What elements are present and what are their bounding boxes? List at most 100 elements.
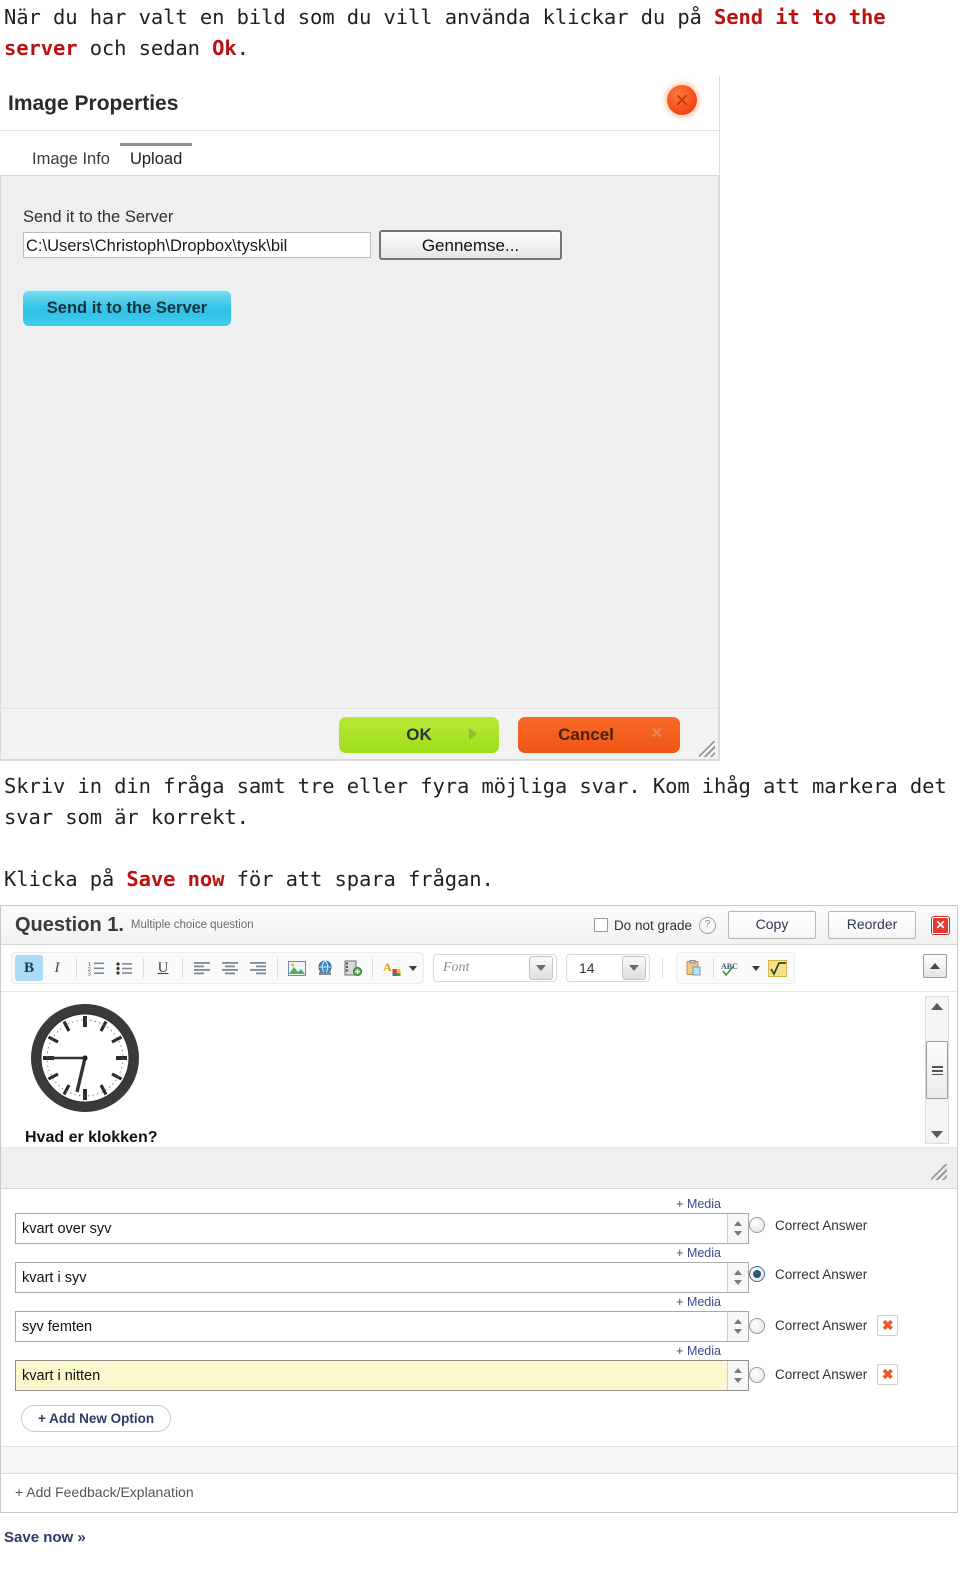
option-input-3[interactable] (15, 1311, 749, 1342)
option-spinner-3[interactable] (727, 1312, 748, 1341)
spellcheck-dropdown-icon[interactable] (749, 955, 763, 981)
option-correct-wrap-2: Correct Answer (749, 1244, 957, 1282)
correct-answer-label-4: Correct Answer (775, 1367, 868, 1382)
option-row: + Media Correct Answer (1, 1195, 957, 1244)
option-text-4[interactable] (16, 1362, 727, 1389)
option-input-2[interactable] (15, 1262, 749, 1293)
do-not-grade-checkbox[interactable] (593, 918, 608, 932)
unordered-list-icon[interactable] (110, 955, 138, 981)
align-center-icon[interactable] (216, 955, 244, 981)
question-mark-icon[interactable]: ? (699, 916, 716, 934)
tab-upload[interactable]: Upload (119, 143, 193, 175)
option-spinner-1[interactable] (727, 1214, 748, 1243)
correct-answer-radio-1[interactable] (749, 1217, 765, 1233)
question-editor: Question 1. Multiple choice question Do … (0, 905, 958, 1513)
analog-clock-image (1, 992, 957, 1123)
scroll-up-arrow[interactable] (926, 997, 948, 1015)
option-correct-wrap-4: Correct Answer ✖ (749, 1342, 957, 1385)
intro-text-2: och sedan (77, 36, 213, 60)
browse-button[interactable]: Gennemse... (379, 230, 562, 260)
correct-answer-label-3: Correct Answer (775, 1318, 868, 1333)
upload-field-label: Send it to the Server (23, 208, 174, 226)
option-spinner-2[interactable] (727, 1263, 748, 1292)
caret-up-icon[interactable] (923, 954, 947, 978)
page-root: När du har valt en bild som du vill anvä… (0, 0, 960, 1572)
font-family-value: Font (443, 960, 470, 975)
orange-x-icon[interactable]: ✖ (877, 1315, 899, 1336)
upload-file-row: C:\Users\Christoph\Dropbox\tysk\bil Genn… (1, 230, 718, 260)
toolbar-group-main: B I 123 U A (11, 952, 424, 984)
middle-highlight-savenow: Save now (126, 867, 225, 891)
scrollbar-thumb[interactable] (926, 1041, 948, 1099)
underline-button[interactable]: U (149, 955, 177, 981)
do-not-grade-control[interactable]: Do not grade (593, 918, 692, 933)
ok-button[interactable]: OK (339, 717, 499, 753)
text-color-icon[interactable]: A (378, 955, 406, 981)
add-media-link[interactable]: + Media (15, 1293, 749, 1311)
save-now-link[interactable]: Save now » (0, 1513, 960, 1556)
question-header: Question 1. Multiple choice question Do … (1, 906, 957, 945)
middle-text-2: för att spara frågan. (224, 867, 494, 891)
align-left-icon[interactable] (188, 955, 216, 981)
close-circle-icon[interactable] (667, 85, 697, 115)
add-media-link[interactable]: + Media (15, 1244, 749, 1262)
toolbar-divider (662, 958, 663, 978)
option-text-2[interactable] (16, 1264, 727, 1291)
vertical-scrollbar[interactable] (925, 996, 949, 1144)
option-input-wrap: + Media (1, 1342, 749, 1391)
spellcheck-icon[interactable]: ABC (719, 955, 749, 981)
correct-answer-label-1: Correct Answer (775, 1217, 868, 1233)
tab-image-info[interactable]: Image Info (22, 146, 120, 175)
option-input-1[interactable] (15, 1213, 749, 1244)
correct-answer-radio-4[interactable] (749, 1366, 765, 1383)
add-new-option-button[interactable]: + Add New Option (21, 1405, 172, 1432)
option-text-3[interactable] (16, 1313, 727, 1340)
insert-link-icon[interactable] (311, 955, 339, 981)
ordered-list-icon[interactable]: 123 (82, 955, 110, 981)
editor-resize-bar (1, 1148, 957, 1189)
send-to-server-button[interactable]: Send it to the Server (23, 290, 231, 326)
font-family-select[interactable]: Font (433, 954, 557, 982)
add-feedback-link[interactable]: + Add Feedback/Explanation (1, 1473, 957, 1512)
option-input-wrap: + Media (1, 1244, 749, 1293)
insert-video-icon[interactable] (339, 955, 367, 981)
middle-text-1: Klicka på (4, 867, 127, 891)
x-icon: ✕ (650, 725, 664, 742)
align-right-icon[interactable] (244, 955, 272, 981)
option-row: + Media Correct Answer (1, 1244, 957, 1293)
scroll-down-arrow[interactable] (926, 1125, 948, 1143)
text-color-dropdown-icon[interactable] (406, 955, 420, 981)
option-input-4[interactable] (15, 1360, 749, 1391)
option-spinner-4[interactable] (727, 1361, 748, 1390)
resize-grip-icon[interactable] (931, 1164, 947, 1180)
orange-x-icon[interactable]: ✖ (877, 1364, 899, 1385)
option-text-1[interactable] (16, 1215, 727, 1242)
toolbar-divider (76, 958, 77, 978)
option-input-wrap: + Media (1, 1293, 749, 1342)
reorder-button[interactable]: Reorder (828, 911, 916, 939)
correct-answer-radio-2[interactable] (749, 1266, 765, 1282)
bold-button[interactable]: B (15, 955, 43, 981)
editor-toolbar: B I 123 U A Font 14 ABC (1, 945, 957, 992)
red-close-icon[interactable]: ✕ (932, 916, 949, 934)
insert-image-icon[interactable] (283, 955, 311, 981)
math-icon[interactable] (763, 955, 791, 981)
question-title-text: Question 1. (15, 913, 124, 936)
correct-answer-radio-3[interactable] (749, 1317, 765, 1334)
file-path-input[interactable]: C:\Users\Christoph\Dropbox\tysk\bil (23, 232, 371, 258)
play-arrow-icon (469, 728, 477, 740)
paste-icon[interactable] (680, 955, 708, 981)
dialog-body: Send it to the Server C:\Users\Christoph… (0, 175, 719, 708)
option-row: + Media Correct Answer ✖ (1, 1342, 957, 1391)
editor-canvas[interactable]: Hvad er klokken? (1, 992, 957, 1148)
add-media-link[interactable]: + Media (15, 1342, 749, 1360)
resize-grip-icon[interactable] (699, 741, 715, 757)
option-correct-wrap-3: Correct Answer ✖ (749, 1293, 957, 1336)
dialog-footer: OK Cancel ✕ (0, 708, 719, 760)
cancel-button[interactable]: Cancel ✕ (518, 717, 680, 753)
add-media-link[interactable]: + Media (15, 1195, 749, 1213)
italic-button[interactable]: I (43, 955, 71, 981)
font-size-select[interactable]: 14 (566, 954, 650, 982)
svg-text:A: A (383, 960, 392, 974)
copy-button[interactable]: Copy (728, 911, 816, 939)
